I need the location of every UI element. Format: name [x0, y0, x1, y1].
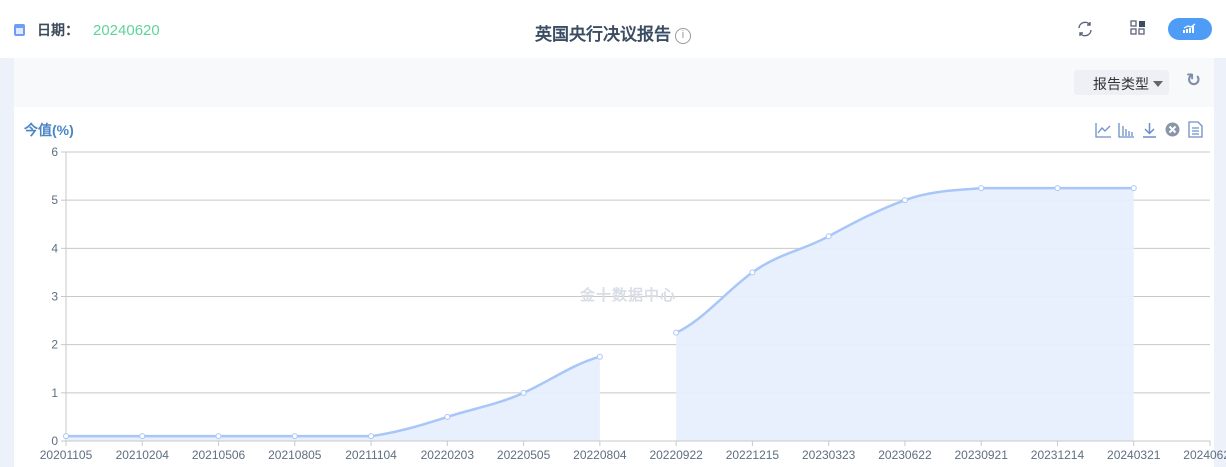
x-tick-label: 20221215 [726, 448, 780, 462]
data-point [215, 433, 222, 440]
data-point [825, 233, 832, 240]
y-tick-label: 5 [51, 193, 58, 207]
x-tick-label: 20210506 [192, 448, 246, 462]
data-point [673, 329, 680, 336]
x-tick-label: 20231214 [1031, 448, 1085, 462]
series-area [66, 356, 600, 441]
chart-plot: 0 1 2 3 4 5 6 20201105 20210204 20210506 20210805 2… [40, 145, 1226, 462]
y-tick-label: 2 [51, 338, 58, 352]
y-tick-label: 3 [51, 290, 58, 304]
y-tick-label: 1 [51, 386, 58, 400]
data-point [444, 413, 451, 420]
x-tick-label: 20230921 [955, 448, 1009, 462]
y-tick-label: 4 [51, 241, 58, 255]
x-tick-label: 20230323 [802, 448, 856, 462]
x-tick-label: 20211104 [345, 448, 397, 462]
x-tick-label: 20220505 [497, 448, 551, 462]
x-tick-label: 20201105 [40, 448, 93, 462]
data-point [1054, 185, 1061, 192]
data-point [978, 185, 985, 192]
data-point [139, 433, 146, 440]
series-area [676, 188, 1134, 441]
x-tick-label: 20240620 [1183, 448, 1226, 462]
x-tick-label: 20210805 [268, 448, 322, 462]
data-point [901, 197, 908, 204]
data-point [291, 433, 298, 440]
data-point [368, 433, 375, 440]
x-tick-label: 20220922 [649, 448, 703, 462]
y-tick-label: 0 [51, 434, 58, 448]
x-tick-label: 20220203 [421, 448, 475, 462]
x-tick-label: 20220804 [573, 448, 627, 462]
y-tick-label: 6 [51, 145, 58, 159]
data-point [520, 389, 527, 396]
watermark: 金十数据中心 [580, 287, 677, 304]
data-point [1130, 185, 1137, 192]
x-tick-label: 20240321 [1107, 448, 1161, 462]
data-point [63, 433, 69, 440]
data-point [596, 353, 603, 360]
x-tick-label: 20230622 [878, 448, 932, 462]
data-point [749, 269, 756, 276]
x-tick-label: 20210204 [116, 448, 170, 462]
